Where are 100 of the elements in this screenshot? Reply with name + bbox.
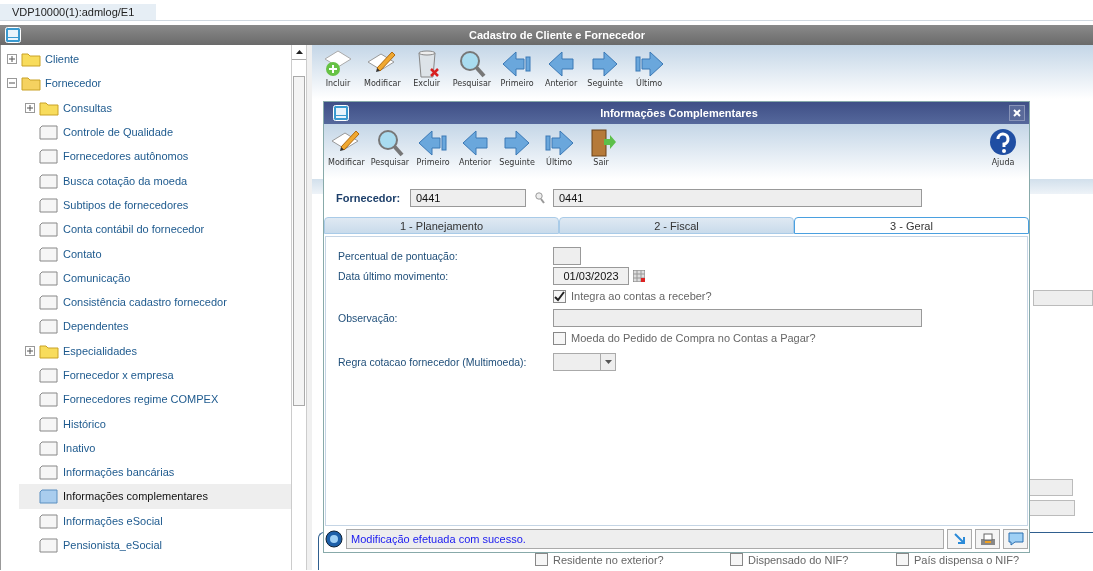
- tree-item[interactable]: Subtipos de fornecedores: [19, 192, 291, 218]
- checkbox[interactable]: Moeda do Pedido de Compra no Contas a Pagar?: [553, 331, 816, 345]
- page-icon: [39, 415, 59, 432]
- close-icon: [1013, 109, 1021, 117]
- tree-item[interactable]: Consistência cadastro fornecedor: [19, 289, 291, 315]
- checkbox[interactable]: Residente no exterior?: [535, 549, 730, 570]
- checkbox[interactable]: Integra ao contas a receber?: [553, 289, 712, 303]
- tree-item[interactable]: Fornecedor: [1, 71, 291, 96]
- page-icon: [39, 269, 59, 286]
- tab[interactable]: 3 - Geral: [794, 217, 1029, 234]
- tab[interactable]: 2 - Fiscal: [559, 217, 794, 234]
- caret-icon: [604, 360, 612, 364]
- toolbar-button[interactable]: Seguinte: [585, 45, 626, 88]
- search-icon[interactable]: [535, 192, 545, 204]
- toolbar-button[interactable]: [1003, 529, 1028, 549]
- window-title: Cadastro de Cliente e Fornecedor: [467, 29, 646, 41]
- folder-icon: [39, 99, 59, 116]
- page-icon: [39, 196, 59, 213]
- program-tab[interactable]: VDP10000(1):admlog/E1: [0, 4, 157, 20]
- checkbox[interactable]: Dispensado do NIF?: [730, 549, 896, 570]
- page-icon: [39, 172, 59, 189]
- status-message: Modificação efetuada com sucesso.: [346, 529, 944, 549]
- expand-icon[interactable]: [7, 54, 17, 65]
- page-icon: [39, 439, 59, 456]
- tree-item[interactable]: Inativo: [19, 435, 291, 461]
- dialog-title: Informações Complementares: [599, 107, 759, 119]
- input-field[interactable]: [1029, 479, 1073, 496]
- close-button[interactable]: [1009, 105, 1025, 121]
- field-label: Data último movimento:: [338, 270, 450, 282]
- folder-icon: [21, 51, 41, 68]
- date-field[interactable]: 01/03/2023: [553, 267, 629, 285]
- tab[interactable]: 1 - Planejamento: [324, 217, 559, 234]
- collapse-icon[interactable]: [7, 78, 17, 89]
- calendar-icon[interactable]: [633, 270, 645, 282]
- scrollbar[interactable]: [291, 45, 307, 570]
- checkbox[interactable]: País dispensa o NIF?: [896, 549, 1093, 570]
- expand-icon[interactable]: [25, 345, 35, 356]
- page-icon: [39, 537, 59, 554]
- name-field[interactable]: 0441: [553, 189, 922, 207]
- input-field[interactable]: [1029, 499, 1075, 517]
- tree-item[interactable]: Informações complementares: [19, 484, 291, 509]
- tree-item[interactable]: Fornecedor x empresa: [19, 362, 291, 388]
- toolbar-button[interactable]: Modificar: [362, 45, 403, 88]
- dialog-icon[interactable]: [333, 105, 349, 121]
- tree-item[interactable]: Controle de Qualidade: [19, 119, 291, 145]
- toolbar-button[interactable]: Primeiro: [497, 45, 538, 88]
- toolbar-button[interactable]: Incluir: [318, 45, 358, 88]
- toolbar-button[interactable]: Anterior: [541, 45, 582, 88]
- toolbar-button[interactable]: Primeiro: [413, 124, 454, 179]
- tree-item[interactable]: Histórico: [19, 411, 291, 436]
- toolbar-button[interactable]: Pesquisar: [368, 124, 412, 179]
- page-icon: [39, 294, 59, 311]
- tree-item[interactable]: Fornecedores autônomos: [19, 144, 291, 169]
- page-icon: [39, 318, 59, 335]
- input-field[interactable]: [1033, 289, 1093, 307]
- speech-bubble-icon: [1007, 532, 1024, 546]
- status-orb-icon: [325, 530, 343, 548]
- tree-item[interactable]: Conta contábil do fornecedor: [19, 217, 291, 242]
- dropdown[interactable]: [553, 353, 616, 371]
- tree-item[interactable]: Pensionista_eSocial: [19, 532, 291, 558]
- toolbar-button[interactable]: [975, 529, 1000, 549]
- toolbar-button[interactable]: Seguinte: [497, 124, 538, 179]
- input-field[interactable]: [553, 247, 581, 265]
- printer-icon: [979, 532, 996, 546]
- toolbar-button[interactable]: Excluir: [406, 45, 447, 88]
- toolbar-button[interactable]: Anterior: [455, 124, 496, 179]
- tree-item[interactable]: Fornecedores regime COMPEX: [19, 387, 291, 412]
- page-icon: [39, 512, 59, 529]
- folder-icon: [21, 75, 41, 92]
- diagonal-arrow-icon: [952, 532, 967, 546]
- tree-item[interactable]: Comunicação: [19, 265, 291, 290]
- checkmark-icon: [554, 290, 565, 302]
- page-icon: [39, 221, 59, 238]
- code-field[interactable]: 0441: [410, 189, 526, 207]
- scroll-up-icon[interactable]: [295, 50, 303, 54]
- field-label: Fornecedor:: [336, 192, 402, 204]
- tree-item[interactable]: Informações bancárias: [19, 460, 291, 485]
- tree-item[interactable]: Especialidades: [19, 338, 291, 363]
- toolbar-button[interactable]: [947, 529, 972, 549]
- toolbar-button[interactable]: Sair: [581, 124, 622, 179]
- expand-icon[interactable]: [25, 102, 35, 113]
- window-icon[interactable]: [5, 27, 21, 43]
- page-icon: [39, 464, 59, 481]
- tree-item[interactable]: Busca cotação da moeda: [19, 168, 291, 193]
- field-label: Regra cotacao fornecedor (Multimoeda):: [338, 356, 528, 368]
- tree-item[interactable]: Cliente: [1, 47, 291, 72]
- toolbar-button[interactable]: Último: [539, 124, 580, 179]
- page-icon: [39, 148, 59, 165]
- field-label: Percentual de pontuação:: [338, 250, 459, 262]
- toolbar-button[interactable]: Último: [629, 45, 670, 88]
- tree-item[interactable]: Dependentes: [19, 314, 291, 339]
- tree-item[interactable]: Contato: [19, 241, 291, 266]
- input-field[interactable]: [553, 309, 922, 327]
- help-button[interactable]: Ajuda: [983, 124, 1023, 179]
- tree-item[interactable]: Informações eSocial: [19, 508, 291, 533]
- toolbar-button[interactable]: Pesquisar: [450, 45, 494, 88]
- page-icon: [39, 488, 59, 505]
- folder-icon: [39, 342, 59, 359]
- toolbar-button[interactable]: Modificar: [326, 124, 367, 179]
- tree-item[interactable]: Consultas: [19, 95, 291, 120]
